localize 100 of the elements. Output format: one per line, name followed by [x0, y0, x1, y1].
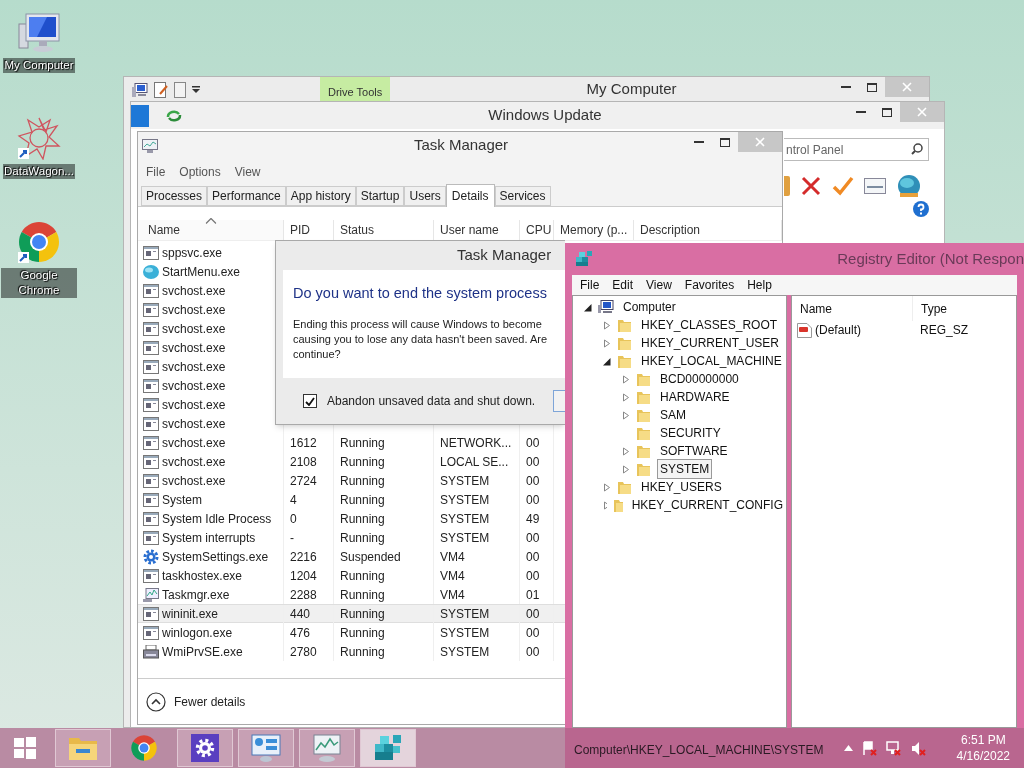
tab[interactable]: Services — [494, 186, 551, 206]
tree-item[interactable]: Computer — [620, 297, 679, 317]
tab[interactable]: Users — [404, 186, 446, 206]
process-row[interactable]: SystemSettings.exe 2216 Suspended VM4 00 — [138, 547, 566, 566]
table-cell-text: Running — [340, 491, 385, 509]
menu-item[interactable]: Options — [179, 162, 221, 181]
minimize-icon — [856, 111, 866, 113]
chart-monitor-icon — [142, 138, 158, 153]
properties-icon[interactable] — [154, 81, 168, 98]
search-icon[interactable] — [911, 143, 923, 155]
process-row[interactable]: WmiPrvSE.exe 2780 Running SYSTEM 00 — [138, 642, 566, 661]
dialog-message: Ending this process will cause Windows to become causing you to lose any data hasn't been saved. Are continue? — [293, 316, 549, 362]
process-row[interactable]: System 4 Running SYSTEM 00 — [138, 490, 566, 509]
card-icon[interactable] — [864, 178, 886, 194]
process-row[interactable]: svchost.exe 2724 Running SYSTEM 00 — [138, 471, 566, 490]
checkbox[interactable] — [303, 394, 317, 408]
expand-arrow-icon[interactable] — [621, 446, 630, 456]
tab[interactable]: Performance — [207, 186, 286, 206]
process-row[interactable]: winlogon.exe 476 Running SYSTEM 00 — [138, 623, 566, 642]
status-text: Computer\HKEY_LOCAL_MACHINE\SYSTEM — [574, 742, 824, 759]
gear-icon — [191, 734, 219, 762]
process-row[interactable]: taskhostex.exe 1204 Running VM4 00 — [138, 566, 566, 585]
tree-item[interactable]: SECURITY — [657, 423, 724, 443]
fewer-details-link[interactable]: Fewer details — [174, 692, 246, 711]
process-row[interactable]: svchost.exe 2108 Running LOCAL SE... 00 — [138, 452, 566, 471]
computer-icon[interactable] — [132, 82, 148, 97]
tree-item[interactable]: BCD00000000 — [657, 369, 742, 389]
process-row[interactable]: svchost.exe 1612 Running NETWORK... 00 — [138, 433, 566, 452]
check-icon[interactable] — [832, 176, 854, 196]
network-icon[interactable] — [885, 740, 902, 756]
column-header[interactable]: Name — [138, 220, 284, 240]
tree-item[interactable]: HKEY_CLASSES_ROOT — [638, 315, 781, 335]
program-icon — [143, 340, 159, 355]
expand-arrow-icon[interactable] — [602, 500, 608, 510]
delete-icon[interactable] — [800, 176, 822, 196]
tab[interactable]: Processes — [141, 186, 208, 206]
menu-item[interactable]: Favorites — [684, 276, 735, 294]
column-header[interactable]: Type — [921, 299, 947, 318]
speaker-icon[interactable] — [910, 740, 926, 756]
taskbar-button[interactable] — [177, 729, 233, 767]
taskbar-button[interactable] — [360, 729, 416, 767]
table-cell-text: 476 — [290, 624, 311, 642]
menu-item[interactable]: File — [580, 276, 600, 294]
icon-label[interactable]: My Computer — [3, 58, 75, 73]
process-name: svchost.exe — [162, 377, 226, 395]
expand-arrow-icon[interactable] — [621, 374, 630, 384]
menu-item[interactable]: View — [234, 162, 261, 181]
menu-item[interactable]: Edit — [612, 276, 634, 294]
tree-item[interactable]: SOFTWARE — [657, 441, 731, 461]
tree-item[interactable]: HKEY_USERS — [638, 477, 725, 497]
expand-arrow-icon[interactable] — [621, 410, 630, 420]
table-cell-text: 00 — [526, 434, 540, 452]
tree-item[interactable]: SAM — [657, 405, 689, 425]
dialog-button[interactable] — [553, 390, 565, 412]
process-name: Taskmgr.exe — [162, 586, 230, 604]
menu-item[interactable]: View — [646, 276, 672, 294]
icon-label[interactable]: Google Chrome — [1, 268, 77, 298]
ribbon-tab[interactable]: Drive Tools — [320, 77, 391, 102]
tab[interactable]: App history — [285, 186, 356, 206]
expand-arrow-icon[interactable] — [602, 320, 611, 330]
expand-arrow-icon[interactable] — [621, 464, 630, 474]
table-cell-text: 2288 — [290, 586, 317, 604]
expand-arrow-icon[interactable] — [602, 338, 611, 348]
table-cell-text: Running — [340, 586, 385, 604]
tree-item[interactable]: SYSTEM — [657, 459, 713, 479]
process-row[interactable]: System interrupts - Running SYSTEM 00 — [138, 528, 566, 547]
chart-monitor-icon — [143, 587, 159, 602]
table-cell-text: SYSTEM — [440, 624, 490, 642]
table-cell-text: 2216 — [290, 548, 317, 566]
taskbar-button[interactable] — [238, 729, 294, 767]
search-field[interactable]: ntrol Panel — [784, 138, 929, 161]
tab[interactable]: Startup — [355, 186, 405, 206]
collapse-arrow-icon[interactable] — [602, 356, 611, 366]
process-row[interactable]: wininit.exe 440 Running SYSTEM 00 — [138, 604, 566, 623]
table-cell-text: Running — [340, 624, 385, 642]
collapse-icon[interactable] — [146, 691, 166, 712]
tree-item[interactable]: HARDWARE — [657, 387, 733, 407]
expand-arrow-icon[interactable] — [621, 392, 630, 402]
help-icon[interactable] — [913, 201, 929, 217]
flag-icon[interactable] — [861, 740, 877, 756]
expand-arrow-icon[interactable] — [602, 482, 611, 492]
page-icon[interactable] — [174, 81, 186, 98]
globe-icon[interactable] — [896, 174, 922, 198]
tree-item[interactable]: HKEY_CURRENT_CONFIG — [628, 495, 786, 515]
process-row[interactable]: System Idle Process 0 Running SYSTEM 49 — [138, 509, 566, 528]
tab[interactable]: Details — [445, 184, 495, 207]
collapse-arrow-icon[interactable] — [583, 302, 592, 312]
clock-date[interactable]: 4/16/2022 — [956, 748, 1010, 764]
tree-item[interactable]: HKEY_LOCAL_MACHINE — [638, 351, 785, 371]
menu-item[interactable]: File — [146, 162, 166, 181]
dropdown-icon[interactable] — [192, 86, 200, 93]
column-header[interactable]: Description — [634, 220, 782, 240]
process-name: winlogon.exe — [162, 624, 233, 642]
chevron-up-icon[interactable] — [843, 745, 853, 751]
clock-time[interactable]: 6:51 PM — [960, 732, 1006, 748]
menu-item[interactable]: Help — [747, 276, 772, 294]
tree-item[interactable]: HKEY_CURRENT_USER — [638, 333, 783, 353]
program-icon — [143, 530, 159, 545]
icon-label[interactable]: DataWagon... — [3, 164, 75, 179]
column-header[interactable]: Name — [800, 299, 832, 318]
